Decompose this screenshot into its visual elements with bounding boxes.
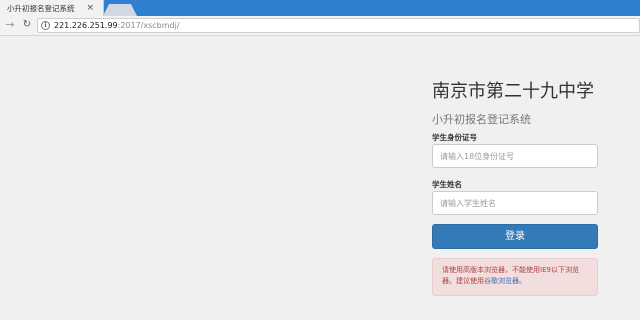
url-path: :2017/xscbmdj/ (117, 21, 180, 30)
chrome-browser-link[interactable]: 谷歌浏览器 (484, 277, 519, 285)
student-id-input[interactable] (432, 144, 598, 168)
login-button[interactable]: 登录 (432, 224, 598, 249)
browser-tab[interactable]: 小升初报名登记系统 × (0, 0, 104, 16)
browser-tab-bar: 小升初报名登记系统 × (0, 0, 640, 16)
school-title: 南京市第二十九中学 (432, 81, 594, 102)
back-arrow-icon[interactable]: → (3, 18, 17, 32)
close-tab-icon[interactable]: × (86, 2, 94, 14)
page-content: 南京市第二十九中学 小升初报名登记系统 学生身份证号 学生姓名 登录 请使用高版… (0, 37, 640, 320)
info-icon[interactable]: i (41, 21, 50, 30)
student-name-input[interactable] (432, 191, 598, 215)
student-name-label: 学生姓名 (432, 180, 462, 189)
new-tab-button[interactable] (103, 4, 137, 16)
system-title: 小升初报名登记系统 (432, 113, 531, 126)
student-id-label: 学生身份证号 (432, 133, 477, 142)
browser-warning-alert: 请使用高版本浏览器，不能使用IE9以下浏览器。建议使用谷歌浏览器。 (432, 258, 598, 296)
browser-toolbar: → ↻ i 221.226.251.99:2017/xscbmdj/ (0, 16, 640, 36)
url-text[interactable]: 221.226.251.99:2017/xscbmdj/ (54, 21, 180, 30)
alert-text-end: 。 (519, 277, 526, 285)
tab-title: 小升初报名登记系统 (7, 4, 75, 13)
address-bar[interactable]: i 221.226.251.99:2017/xscbmdj/ (37, 18, 640, 33)
reload-icon[interactable]: ↻ (20, 18, 34, 32)
url-host: 221.226.251.99 (54, 21, 118, 30)
